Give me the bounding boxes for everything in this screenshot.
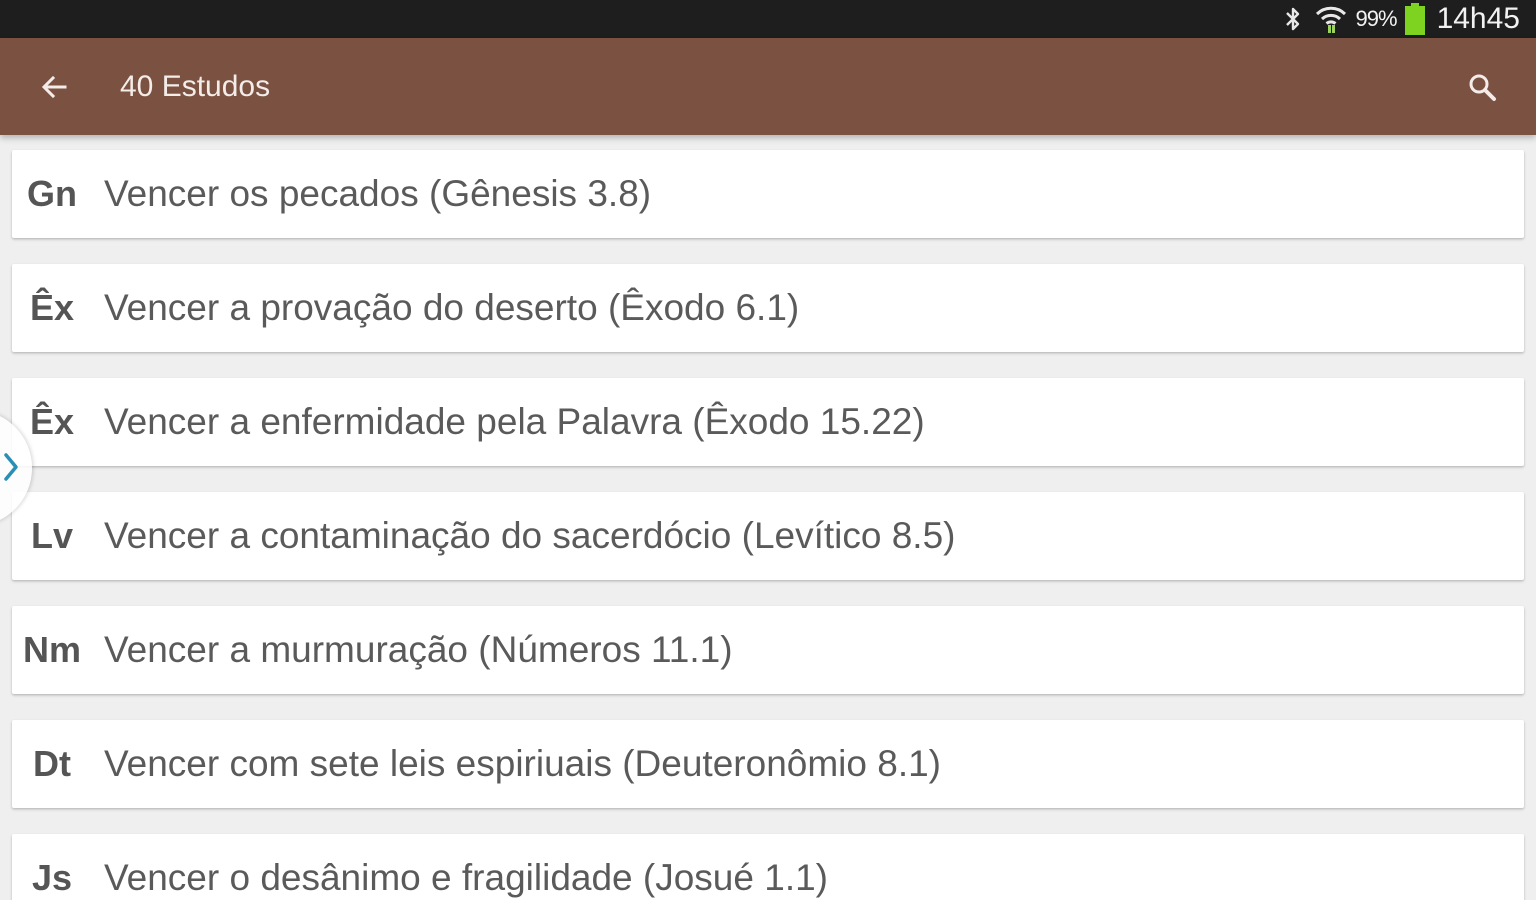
book-abbreviation: Gn xyxy=(27,173,77,214)
back-button[interactable] xyxy=(30,63,78,111)
app-bar: 40 Estudos xyxy=(0,38,1536,135)
list-item[interactable]: Lv Vencer a contaminação do sacerdócio (… xyxy=(12,492,1524,580)
status-icons: 99% 14h45 xyxy=(1280,0,1520,38)
arrow-left-icon xyxy=(41,75,67,99)
status-bar: 99% 14h45 xyxy=(0,0,1536,38)
study-title: Vencer os pecados (Gênesis 3.8) xyxy=(104,173,652,214)
list-item[interactable]: Dt Vencer com sete leis espiriuais (Deut… xyxy=(12,720,1524,808)
chevron-right-icon xyxy=(4,453,18,481)
search-icon xyxy=(1469,74,1496,101)
study-title: Vencer a enfermidade pela Palavra (Êxodo… xyxy=(104,401,925,442)
study-title: Vencer a murmuração (Números 11.1) xyxy=(104,629,733,670)
book-abbreviation: Nm xyxy=(22,629,81,670)
list-item[interactable]: Js Vencer o desânimo e fragilidade (Josu… xyxy=(12,834,1524,900)
study-title: Vencer a contaminação do sacerdócio (Lev… xyxy=(104,515,956,556)
search-button[interactable] xyxy=(1458,63,1506,111)
book-abbreviation: Js xyxy=(31,857,73,898)
bluetooth-icon xyxy=(1285,7,1299,31)
battery-percent: 99% xyxy=(1355,6,1398,31)
study-title: Vencer a provação do deserto (Êxodo 6.1) xyxy=(104,287,800,328)
study-list: Gn Vencer os pecados (Gênesis 3.8) Êx Ve… xyxy=(0,135,1536,900)
book-abbreviation: Dt xyxy=(33,743,71,784)
battery-icon xyxy=(1404,3,1425,35)
page-title: 40 Estudos xyxy=(120,70,271,103)
wifi-icon xyxy=(1315,6,1346,33)
list-item[interactable]: Gn Vencer os pecados (Gênesis 3.8) xyxy=(12,150,1524,238)
list-item[interactable]: Nm Vencer a murmuração (Números 11.1) xyxy=(12,606,1524,694)
study-title: Vencer o desânimo e fragilidade (Josué 1… xyxy=(104,857,828,898)
list-item[interactable]: Êx Vencer a provação do deserto (Êxodo 6… xyxy=(12,264,1524,352)
study-title: Vencer com sete leis espiriuais (Deutero… xyxy=(104,743,941,784)
book-abbreviation: Lv xyxy=(30,515,73,556)
clock: 14h45 xyxy=(1436,2,1520,35)
list-item[interactable]: Êx Vencer a enfermidade pela Palavra (Êx… xyxy=(12,378,1524,466)
book-abbreviation: Êx xyxy=(29,287,75,328)
